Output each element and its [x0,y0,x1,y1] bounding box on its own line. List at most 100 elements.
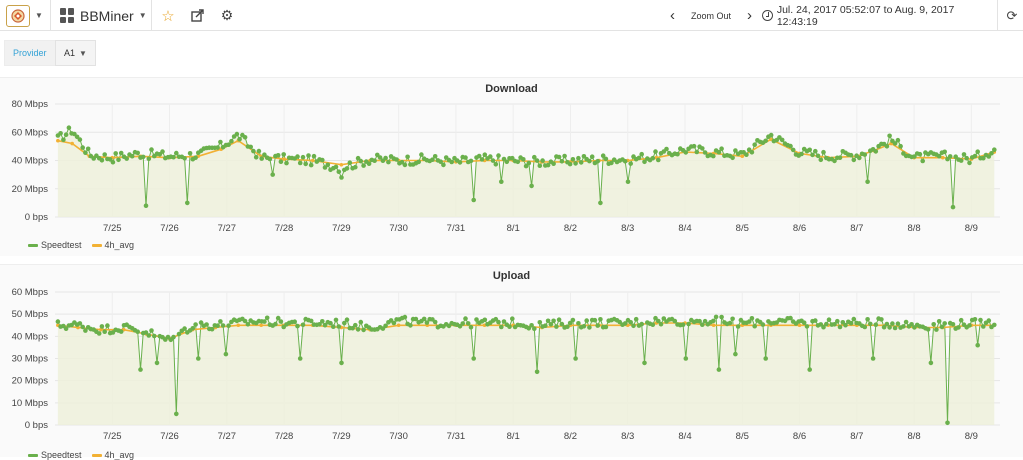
data-point-speedtest [895,321,901,326]
data-point-speedtest [218,319,223,324]
data-point-speedtest [339,175,344,180]
data-point-speedtest [432,154,438,159]
data-point-speedtest [752,142,757,147]
gear-icon[interactable]: ⚙ [217,0,237,31]
refresh-icon[interactable]: ⟳ [1005,0,1019,31]
time-range-picker[interactable]: Jul. 24, 2017 05:52:07 to Aug. 9, 2017 1… [762,0,994,31]
data-point-speedtest [895,137,901,143]
x-tick-label: 7/30 [389,223,408,234]
data-point-speedtest [80,145,85,150]
data-point-speedtest [598,200,603,206]
data-point-speedtest [967,323,972,328]
data-point-speedtest [934,327,939,332]
data-point-speedtest [595,158,600,164]
data-point-speedtest [507,324,512,329]
data-point-speedtest [372,158,377,163]
data-point-speedtest [135,150,140,156]
app-logo-button[interactable]: ▼ [6,0,46,31]
data-point-speedtest [686,321,691,327]
data-point-speedtest [711,153,716,159]
data-point-speedtest [468,324,474,330]
legend-item[interactable]: 4h_avg [91,450,134,460]
data-point-speedtest [331,324,336,329]
dashboard-title: BBMiner [80,7,134,24]
data-point-speedtest [273,321,278,327]
data-point-4h-avg [236,323,241,328]
data-point-speedtest [992,147,997,152]
x-tick-label: 7/25 [103,223,122,234]
data-point-speedtest [862,324,868,330]
data-point-speedtest [129,153,135,159]
data-point-speedtest [234,131,240,137]
data-point-speedtest [471,356,477,361]
legend-item[interactable]: Speedtest [28,450,82,460]
data-point-speedtest [124,156,129,161]
y-tick-label: 0 bps [25,420,48,431]
x-tick-label: 8/6 [793,223,806,234]
chevron-right-icon[interactable]: › [747,7,752,24]
x-tick-label: 8/2 [564,223,577,234]
data-point-speedtest [656,157,661,163]
data-point-speedtest [408,323,413,328]
upload-chart[interactable]: 0 bps 10 Mbps 20 Mbps 30 Mbps 40 Mbps 50 Mbps… [0,265,1023,458]
data-point-speedtest [848,152,854,158]
data-point-speedtest [311,153,317,159]
top-navbar: ▼ BBMiner ▼ ☆ ⚙ ‹ Zoom Out › Jul. 24, 20… [0,0,1023,31]
legend-item[interactable]: Speedtest [28,240,82,250]
data-point-speedtest [66,125,72,130]
legend-item[interactable]: 4h_avg [91,240,134,250]
data-point-speedtest [589,154,595,159]
data-point-speedtest [463,316,468,321]
data-point-speedtest [297,356,303,361]
data-point-speedtest [270,172,276,177]
chevron-left-icon[interactable]: ‹ [670,7,675,24]
toolbar-divider [997,0,998,31]
data-point-speedtest [242,135,248,140]
data-point-speedtest [215,323,220,328]
data-point-speedtest [171,334,176,340]
data-point-speedtest [185,200,190,206]
data-point-speedtest [931,322,936,327]
data-point-speedtest [521,157,526,162]
data-point-speedtest [947,154,953,159]
data-point-speedtest [903,319,909,325]
data-point-speedtest [361,163,366,168]
data-point-speedtest [347,160,353,165]
x-tick-label: 7/27 [218,431,237,442]
data-point-speedtest [499,179,504,184]
data-point-speedtest [813,318,818,323]
share-icon[interactable] [188,0,208,31]
data-point-speedtest [99,158,105,163]
data-point-speedtest [942,321,947,326]
data-point-speedtest [333,317,339,323]
download-chart[interactable]: 0 bps 20 Mbps 40 Mbps 60 Mbps 80 Mbps 7/25 7/2… [0,78,1023,257]
data-point-speedtest [262,319,267,324]
x-tick-label: 7/31 [447,223,466,234]
x-tick-label: 8/4 [678,431,691,442]
provider-select[interactable]: A1 ▼ [55,40,96,66]
data-point-speedtest [650,322,656,327]
data-point-speedtest [587,158,592,164]
dashboard-picker[interactable]: BBMiner ▼ [60,0,152,31]
x-tick-label: 7/28 [275,223,294,234]
data-point-speedtest [837,155,843,160]
data-point-speedtest [870,356,876,361]
data-point-speedtest [449,159,455,165]
data-point-speedtest [460,321,466,326]
data-point-speedtest [308,318,314,324]
chart-legend: Speedtest 4h_avg [28,240,144,250]
star-icon[interactable]: ☆ [158,0,178,31]
data-point-speedtest [890,321,895,326]
data-point-speedtest [496,319,501,325]
data-point-speedtest [851,157,857,163]
data-point-speedtest [63,132,69,137]
data-point-speedtest [967,160,972,166]
data-point-speedtest [421,316,427,322]
data-point-4h-avg [740,154,745,159]
data-point-speedtest [733,351,738,357]
data-point-speedtest [570,317,576,323]
data-point-speedtest [493,162,499,167]
data-point-speedtest [642,360,647,366]
data-point-speedtest [537,320,543,325]
zoom-out-button[interactable]: Zoom Out [691,11,731,21]
